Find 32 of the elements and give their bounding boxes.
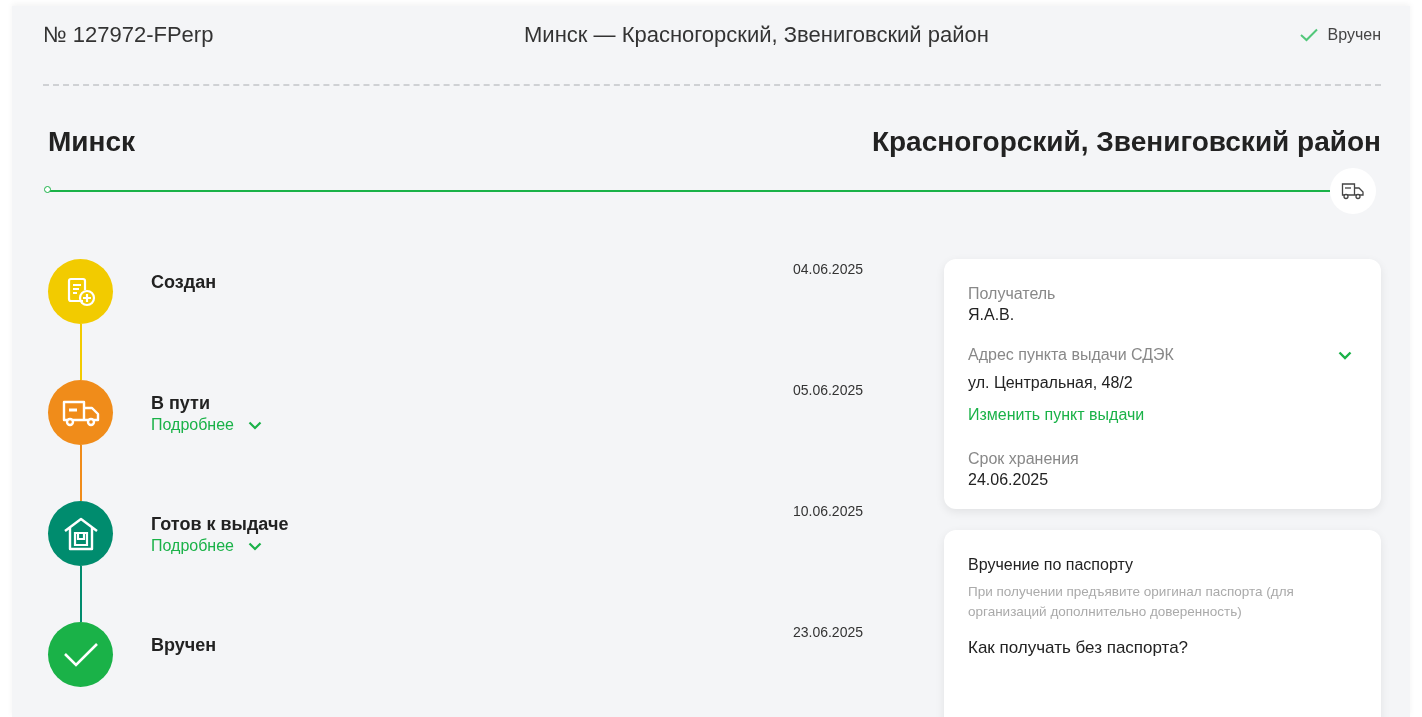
- step-date: 05.06.2025: [792, 381, 863, 400]
- chevron-down-icon[interactable]: [1338, 350, 1352, 360]
- recipient-name: Я.А.В.: [968, 306, 1016, 324]
- origin-city: Минск: [48, 126, 136, 158]
- order-number: № 127972-FPerp: [43, 22, 214, 48]
- step-title: Вручен: [151, 634, 218, 656]
- pickup-address: ул. Центральная, 48/2: [968, 374, 1134, 392]
- destination-city: Красногорский, Звениговский район: [871, 126, 1381, 158]
- truck-icon: [1341, 182, 1365, 200]
- details-toggle[interactable]: Подробнее: [151, 537, 262, 555]
- passport-note: При получении предъявите оригинал паспорта (для организаций дополнительно доверенность): [968, 583, 1295, 621]
- step-title: В пути: [151, 392, 211, 414]
- status-text: Вручен: [1327, 26, 1381, 44]
- check-icon: [62, 641, 99, 668]
- change-pickup-link[interactable]: Изменить пункт выдачи: [968, 406, 1145, 424]
- chevron-down-icon: [248, 420, 262, 430]
- step-title: Готов к выдаче: [151, 513, 290, 535]
- address-label: Адрес пункта выдачи СДЭК: [968, 346, 1174, 364]
- storage-label: Срок хранения: [968, 450, 1080, 468]
- passport-title: Вручение по паспорту: [968, 556, 1134, 574]
- no-passport-question[interactable]: Как получать без паспорта?: [968, 638, 1357, 658]
- check-icon: [1299, 28, 1318, 42]
- recipient-label: Получатель: [968, 285, 1057, 303]
- step-date: 10.06.2025: [792, 502, 863, 521]
- route-title: Минск — Красногорский, Звениговский район: [524, 22, 989, 48]
- step-date: 23.06.2025: [792, 623, 863, 642]
- details-toggle[interactable]: Подробнее: [151, 416, 262, 434]
- chevron-down-icon: [248, 541, 262, 551]
- warehouse-icon: [62, 516, 99, 551]
- step-date: 04.06.2025: [792, 260, 863, 279]
- step-title: Создан: [151, 271, 217, 293]
- storage-date: 24.06.2025: [968, 471, 1050, 489]
